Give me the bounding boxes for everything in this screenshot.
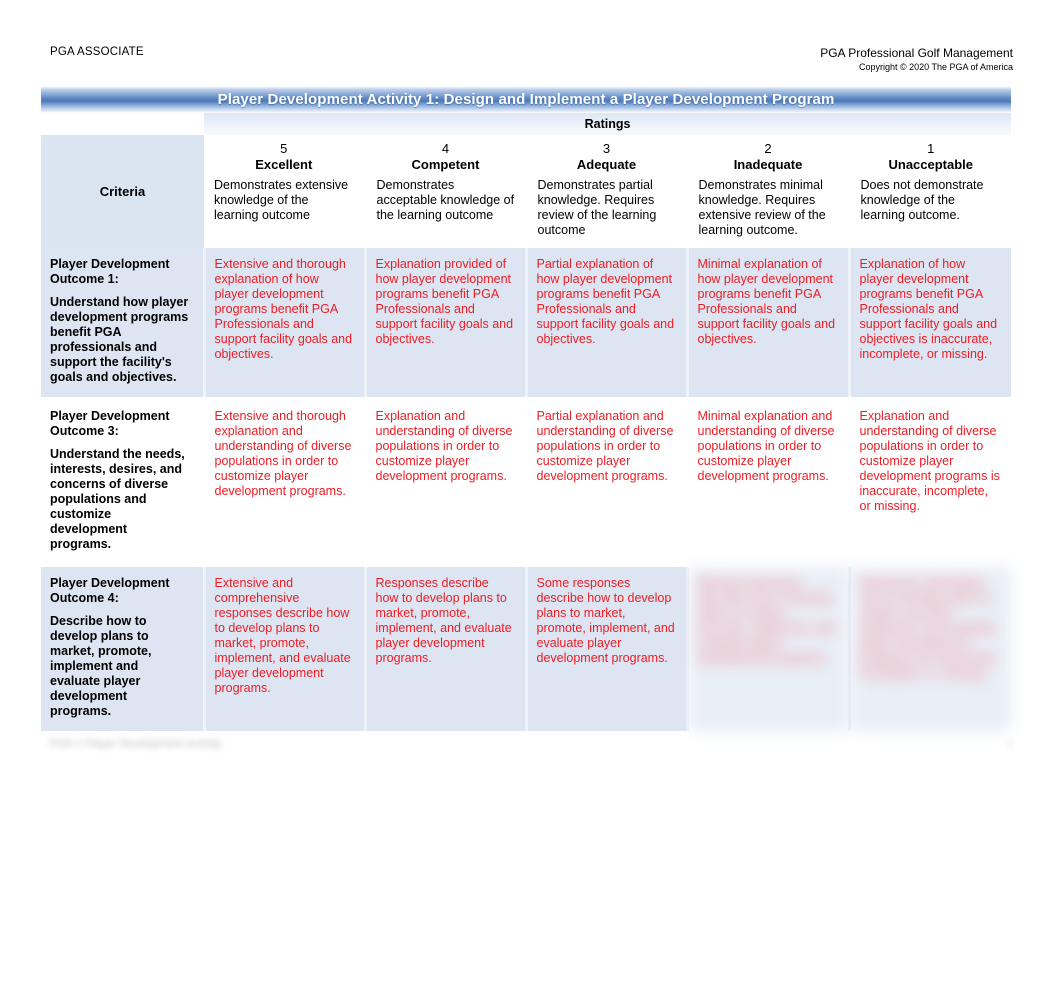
rating-header-2: 2 Inadequate Demonstrates minimal knowle… [685,135,849,248]
rating-cell-1: Explanation of how player development pr… [847,248,1012,400]
rating-score-1: 1 [927,141,935,156]
criterion-cell: Player Development Outcome 1: Understand… [41,248,204,400]
rating-header-4: 4 Competent Demonstrates acceptable know… [363,135,526,248]
header-right-block: PGA Professional Golf Management Copyrig… [820,46,1013,73]
rating-level-3: Adequate [576,157,637,172]
footer-label: PGA 1 Player Development Activity [50,738,222,750]
running-header: PGA ASSOCIATE PGA Professional Golf Mana… [50,46,1013,80]
rating-level-1: Unacceptable [888,157,974,172]
criterion-text: Understand the needs, interests, desires… [50,447,185,551]
document-page: PGA ASSOCIATE PGA Professional Golf Mana… [0,0,1062,1001]
rubric-title-text: Player Development Activity 1: Design an… [217,90,835,108]
criteria-header-cell: Criteria [41,135,204,248]
criterion-cell: Player Development Outcome 3: Understand… [41,398,204,567]
header-copyright: Copyright © 2020 The PGA of America [858,62,1013,72]
criterion-title: Player Development Outcome 1: [50,257,170,286]
rating-cell-1: Explanation and understanding of diverse… [847,398,1012,567]
header-title: PGA Professional Golf Management [820,46,1013,60]
rating-score-5: 5 [280,141,288,156]
rating-cell-5: Extensive and comprehensive responses de… [202,565,365,731]
rating-level-2: Inadequate [733,157,803,172]
rating-cell-2: Minimal explanation and understanding of… [685,398,849,567]
rubric-title-row: Player Development Activity 1: Design an… [41,86,1012,113]
rubric-title-bar: Player Development Activity 1: Design an… [41,86,1012,113]
rating-cell-3: Partial explanation and understanding of… [524,398,687,567]
ratings-spacer [41,113,204,135]
rating-cell-5: Extensive and thorough explanation of ho… [202,248,365,400]
running-footer: PGA 1 Player Development Activity 1 [50,738,1013,764]
rating-score-2: 2 [764,141,772,156]
rating-desc-3: Demonstrates partial knowledge. Requires… [537,178,657,237]
rating-score-3: 3 [602,141,611,156]
ratings-label-row: Ratings [41,113,1012,135]
rating-cell-1: Responses describing how to develop plan… [847,565,1012,731]
rating-cell-5: Extensive and thorough explanation and u… [202,398,365,567]
rating-desc-5: Demonstrates extensive knowledge of the … [214,178,349,222]
criterion-title: Player Development Outcome 3: [50,409,170,438]
rubric-table: Player Development Activity 1: Design an… [41,86,1012,731]
rubric-row-outcome-1: Player Development Outcome 1: Understand… [41,248,1012,400]
rating-score-4: 4 [441,141,450,156]
rating-cell-2: Minimal explanation of how player develo… [685,248,849,400]
column-header-row: Criteria 5 Excellent Demonstrates extens… [41,135,1012,248]
rating-header-5: 5 Excellent Demonstrates extensive knowl… [204,135,365,248]
header-program-label: PGA ASSOCIATE [50,46,144,58]
rating-desc-4: Demonstrates acceptable knowledge of the… [376,178,515,222]
rating-cell-4: Explanation provided of how player devel… [363,248,526,400]
rating-level-5: Excellent [255,157,313,172]
ratings-label: Ratings [204,113,1012,135]
criterion-cell: Player Development Outcome 4: Describe h… [41,565,204,731]
footer-page-number: 1 [1006,738,1013,750]
rating-cell-4: Responses describe how to develop plans … [363,565,526,731]
rating-desc-2: Demonstrates minimal knowledge. Requires… [698,178,826,237]
criterion-text: Understand how player development progra… [50,295,189,384]
rubric-row-outcome-3: Player Development Outcome 3: Understand… [41,398,1012,567]
rating-header-3: 3 Adequate Demonstrates partial knowledg… [524,135,687,248]
criterion-title: Player Development Outcome 4: [50,576,170,605]
rating-cell-3: Partial explanation of how player develo… [524,248,687,400]
rating-level-4: Competent [411,157,480,172]
rating-cell-4: Explanation and understanding of diverse… [363,398,526,567]
rating-desc-1: Does not demonstrate knowledge of the le… [860,178,984,222]
rubric-row-outcome-4: Player Development Outcome 4: Describe h… [41,565,1012,731]
rating-cell-3: Some responses describe how to develop p… [524,565,687,731]
rating-header-1: 1 Unacceptable Does not demonstrate know… [847,135,1012,248]
criterion-text: Describe how to develop plans to market,… [50,614,152,718]
rating-cell-2: Minimal responses describe how to develo… [685,565,849,731]
